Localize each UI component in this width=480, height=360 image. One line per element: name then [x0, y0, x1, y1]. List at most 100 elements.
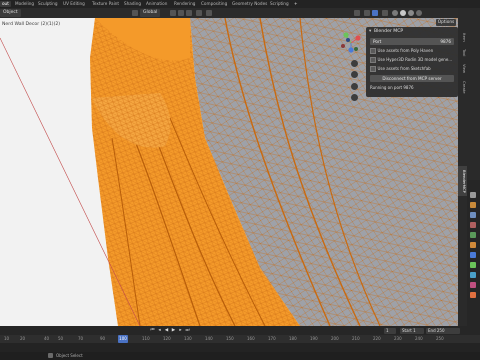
ruler-tick: 130 — [184, 336, 192, 341]
proportional-edit-icon[interactable] — [196, 10, 202, 16]
modifier-properties-icon[interactable] — [470, 252, 476, 258]
shading-solid-icon[interactable] — [400, 10, 406, 16]
physics-properties-icon[interactable] — [470, 272, 476, 278]
start-label: Start — [402, 328, 412, 333]
tab-layout[interactable]: out — [0, 1, 11, 7]
options-dropdown[interactable]: Options — [436, 19, 456, 26]
viewport-object-title: Nerd Wall Decor (2)(1)(2) — [2, 22, 61, 27]
port-field[interactable]: Port 9876 — [370, 38, 454, 45]
object-mode-dropdown[interactable]: Object — [0, 9, 21, 17]
visibility-icon[interactable] — [354, 10, 360, 16]
tab-compositing[interactable]: Compositing — [201, 1, 227, 7]
jump-start-icon[interactable]: ⏮ — [150, 328, 155, 334]
tab-sculpting[interactable]: Sculpting — [38, 1, 58, 7]
object-properties-icon[interactable] — [470, 242, 476, 248]
ruler-tick: 210 — [352, 336, 360, 341]
tab-rendering[interactable]: Rendering — [174, 1, 195, 7]
shading-wireframe-icon[interactable] — [392, 10, 398, 16]
end-label: End — [428, 328, 436, 333]
ruler-tick: 200 — [331, 336, 339, 341]
port-label: Port — [373, 39, 382, 44]
viewport-header — [0, 8, 458, 18]
ruler-tick: 150 — [226, 336, 234, 341]
falloff-icon[interactable] — [206, 10, 212, 16]
prev-keyframe-icon[interactable]: ◂ — [157, 328, 162, 334]
snap-target-icon[interactable] — [186, 10, 192, 16]
ruler-tick: 10 — [4, 336, 10, 341]
add-workspace-icon[interactable]: + — [294, 1, 298, 7]
tab-scripting[interactable]: Scripting — [270, 1, 289, 7]
hyper3d-label: Use Hyper3D Rodin 3D model gene... — [377, 57, 453, 62]
shading-material-icon[interactable] — [408, 10, 414, 16]
play-reverse-icon[interactable]: ◀ — [164, 328, 169, 334]
ruler-tick: 70 — [78, 336, 84, 341]
tab-geometry-nodes[interactable]: Geometry Nodes — [232, 1, 267, 7]
server-status-text: Running on port 9876 — [370, 85, 414, 90]
blender-mcp-panel: ▾ Blender MCP Port 9876 Use assets from … — [366, 27, 458, 97]
sidebar-tab-tool[interactable]: Tool — [458, 46, 467, 60]
collapse-chevron-icon[interactable]: ▾ — [369, 29, 371, 34]
sidebar-tab-blendermcp[interactable]: BlenderMCP — [458, 166, 467, 196]
ruler-tick: 140 — [205, 336, 213, 341]
tab-texture-paint[interactable]: Texture Paint — [92, 1, 119, 7]
ruler-tick: 50 — [58, 336, 64, 341]
ruler-tick: 40 — [44, 336, 50, 341]
tab-modeling[interactable]: Modeling — [15, 1, 34, 7]
particles-properties-icon[interactable] — [470, 262, 476, 268]
start-frame-field[interactable]: Start 1 — [400, 328, 424, 334]
next-keyframe-icon[interactable]: ▸ — [178, 328, 183, 334]
render-properties-icon[interactable] — [470, 202, 476, 208]
sidebar-tab-item[interactable]: Item — [458, 30, 467, 44]
ruler-tick: 20 — [20, 336, 26, 341]
play-icon[interactable]: ▶ — [171, 328, 176, 334]
orientation-icon[interactable] — [132, 10, 138, 16]
pivot-icon[interactable] — [170, 10, 176, 16]
tab-shading[interactable]: Shading — [124, 1, 141, 7]
sketchfab-label: Use assets from Sketchfab — [377, 66, 431, 71]
shading-rendered-icon[interactable] — [416, 10, 422, 16]
xray-icon[interactable] — [382, 10, 388, 16]
ruler-tick: 110 — [142, 336, 150, 341]
ruler-tick: 170 — [268, 336, 276, 341]
polyhaven-checkbox[interactable]: Use assets from Poly Haven — [370, 48, 433, 54]
navigation-gizmo[interactable] — [338, 30, 364, 56]
sidebar-tab-view[interactable]: View — [458, 62, 467, 76]
hyper3d-checkbox[interactable]: Use Hyper3D Rodin 3D model gene... — [370, 57, 452, 63]
grid-toggle-icon[interactable] — [351, 94, 358, 101]
ruler-tick: 220 — [373, 336, 381, 341]
pan-hand-icon[interactable] — [351, 71, 358, 78]
workspace-tabs-bar: out Modeling Sculpting UV Editing Textur… — [0, 0, 480, 8]
ruler-tick: 120 — [163, 336, 171, 341]
disconnect-button[interactable]: Disconnect from MCP server — [370, 75, 454, 82]
snap-icon[interactable] — [178, 10, 184, 16]
camera-view-icon[interactable] — [351, 83, 358, 90]
start-value: 1 — [413, 328, 416, 333]
end-frame-field[interactable]: End 250 — [426, 328, 460, 334]
status-hint: Object Select — [56, 353, 83, 358]
jump-end-icon[interactable]: ⏭ — [185, 328, 190, 334]
tool-properties-icon[interactable] — [470, 192, 476, 198]
sidebar-tab-create[interactable]: Create — [458, 78, 467, 96]
zoom-icon[interactable] — [351, 60, 358, 67]
sketchfab-checkbox[interactable]: Use assets from Sketchfab — [370, 66, 431, 72]
world-properties-icon[interactable] — [470, 232, 476, 238]
tab-uv-editing[interactable]: UV Editing — [63, 1, 85, 7]
texture-properties-icon[interactable] — [470, 292, 476, 298]
current-frame-field[interactable]: 1 — [384, 328, 396, 334]
tab-animation[interactable]: Animation — [146, 1, 167, 7]
timeline-ruler[interactable]: 10 20 40 50 70 90 110 120 130 140 150 16… — [0, 335, 480, 343]
timeline-playhead[interactable]: 100 — [118, 335, 128, 343]
mouse-icon — [48, 353, 53, 358]
ruler-tick: 240 — [415, 336, 423, 341]
timeline-track-area[interactable] — [0, 343, 480, 352]
gizmo-toggle-icon[interactable] — [364, 10, 370, 16]
output-properties-icon[interactable] — [470, 212, 476, 218]
port-value: 9876 — [440, 39, 451, 44]
scene-properties-icon[interactable] — [470, 222, 476, 228]
transform-orientation-dropdown[interactable]: Global — [140, 9, 161, 17]
ruler-tick: 180 — [289, 336, 297, 341]
material-properties-icon[interactable] — [470, 282, 476, 288]
ruler-tick: 230 — [394, 336, 402, 341]
checkbox-icon — [370, 48, 376, 54]
overlay-toggle-icon[interactable] — [372, 10, 378, 16]
